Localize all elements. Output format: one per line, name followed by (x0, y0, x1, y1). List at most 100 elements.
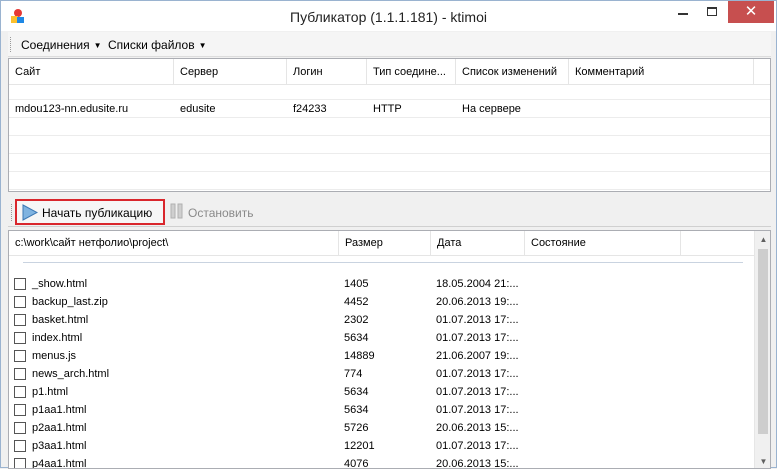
maximize-icon (707, 7, 717, 16)
window-title: Публикатор (1.1.1.181) - ktimoi (290, 9, 487, 25)
file-checkbox[interactable] (14, 458, 26, 468)
list-item[interactable]: backup_last.zip 4452 20.06.2013 19:... (9, 293, 754, 311)
file-name: p3aa1.html (32, 440, 87, 452)
menu-grip[interactable] (10, 37, 13, 52)
list-item[interactable]: p1.html 5634 01.07.2013 17:... (9, 383, 754, 401)
files-grid-header: c:\work\сайт нетфолио\project\ Размер Да… (9, 231, 754, 256)
grid-line (9, 117, 770, 118)
file-size: 12201 (344, 440, 375, 452)
file-name: backup_last.zip (32, 296, 108, 308)
file-size: 2302 (344, 314, 369, 326)
scroll-thumb[interactable] (758, 249, 768, 434)
play-arrow-icon (22, 204, 38, 221)
grid-line (9, 171, 770, 172)
file-size: 4076 (344, 458, 369, 469)
stop-label: Остановить (188, 206, 254, 220)
stop-button[interactable]: Остановить (168, 199, 258, 225)
sites-grid-header: Сайт Сервер Логин Тип соедине... Список … (9, 59, 770, 85)
file-date: 21.06.2007 19:... (436, 350, 519, 362)
file-date: 20.06.2013 19:... (436, 296, 519, 308)
menu-file-lists[interactable]: Списки файлов ▼ (108, 38, 207, 52)
list-item[interactable]: news_arch.html 774 01.07.2013 17:... (9, 365, 754, 383)
file-checkbox[interactable] (14, 386, 26, 398)
maximize-button[interactable] (697, 1, 727, 23)
file-checkbox[interactable] (14, 332, 26, 344)
file-size: 5634 (344, 332, 369, 344)
col-size[interactable]: Размер (339, 231, 431, 256)
col-login[interactable]: Логин (287, 59, 367, 85)
close-button[interactable]: ✕ (728, 1, 774, 23)
col-change-list[interactable]: Список изменений (456, 59, 569, 85)
col-comment[interactable]: Комментарий (569, 59, 754, 85)
file-checkbox[interactable] (14, 278, 26, 290)
list-item[interactable]: _show.html 1405 18.05.2004 21:... (9, 275, 754, 293)
menu-file-lists-label: Списки файлов (108, 38, 195, 52)
grid-line (9, 153, 770, 154)
col-date[interactable]: Дата (431, 231, 525, 256)
scroll-down-icon[interactable]: ▼ (755, 453, 770, 468)
file-checkbox[interactable] (14, 404, 26, 416)
file-date: 18.05.2004 21:... (436, 278, 519, 290)
col-server[interactable]: Сервер (174, 59, 287, 85)
file-date: 01.07.2013 17:... (436, 368, 519, 380)
type-cell: HTTP (373, 103, 402, 115)
list-item[interactable]: p2aa1.html 5726 20.06.2013 15:... (9, 419, 754, 437)
list-item[interactable]: p1aa1.html 5634 01.07.2013 17:... (9, 401, 754, 419)
file-checkbox[interactable] (14, 296, 26, 308)
file-name: menus.js (32, 350, 77, 362)
menu-bar: Соединения ▼ Списки файлов ▼ (8, 32, 771, 57)
file-checkbox[interactable] (14, 350, 26, 362)
group-separator (23, 262, 743, 263)
list-item[interactable]: menus.js 14889 21.06.2007 19:... (9, 347, 754, 365)
site-cell: mdou123-nn.edusite.ru (15, 103, 129, 115)
file-date: 01.07.2013 17:... (436, 332, 519, 344)
minimize-icon (678, 13, 688, 15)
file-checkbox[interactable] (14, 368, 26, 380)
col-connection-type[interactable]: Тип соедине... (367, 59, 456, 85)
scroll-up-icon[interactable]: ▲ (755, 231, 770, 248)
list-item[interactable]: p4aa1.html 4076 20.06.2013 15:... (9, 455, 754, 469)
file-checkbox[interactable] (14, 314, 26, 326)
stop-icon (170, 203, 183, 219)
file-date: 01.07.2013 17:... (436, 314, 519, 326)
vertical-scrollbar[interactable]: ▲ ▼ (754, 231, 770, 468)
file-name: index.html (32, 332, 83, 344)
login-cell: f24233 (293, 103, 327, 115)
list-item[interactable]: p3aa1.html 12201 01.07.2013 17:... (9, 437, 754, 455)
file-name: p1.html (32, 386, 69, 398)
menu-connections-label: Соединения (21, 38, 90, 52)
col-path[interactable]: c:\work\сайт нетфолио\project\ (9, 231, 339, 256)
main-window: Публикатор (1.1.1.181) - ktimoi ✕ Соедин… (0, 0, 777, 469)
list-item[interactable]: index.html 5634 01.07.2013 17:... (9, 329, 754, 347)
col-status[interactable]: Состояние (525, 231, 681, 256)
sites-grid[interactable]: Сайт Сервер Логин Тип соедине... Список … (8, 58, 771, 192)
list-item[interactable]: basket.html 2302 01.07.2013 17:... (9, 311, 754, 329)
changes-cell: На сервере (462, 103, 521, 115)
publish-toolbar: Начать публикацию Остановить (8, 197, 771, 227)
col-site[interactable]: Сайт (9, 59, 174, 85)
file-name: p1aa1.html (32, 404, 87, 416)
close-icon: ✕ (744, 3, 758, 20)
menu-connections[interactable]: Соединения ▼ (21, 38, 102, 52)
file-date: 20.06.2013 15:... (436, 422, 519, 434)
file-name: p4aa1.html (32, 458, 87, 469)
chevron-down-icon: ▼ (198, 41, 207, 50)
file-size: 14889 (344, 350, 375, 362)
file-name: news_arch.html (32, 368, 110, 380)
toolbar-grip[interactable] (11, 204, 14, 221)
file-checkbox[interactable] (14, 422, 26, 434)
minimize-button[interactable] (668, 1, 698, 23)
title-bar[interactable]: Публикатор (1.1.1.181) - ktimoi ✕ (1, 1, 776, 31)
file-size: 5634 (344, 404, 369, 416)
server-cell: edusite (180, 103, 216, 115)
file-checkbox[interactable] (14, 440, 26, 452)
grid-line (9, 135, 770, 136)
file-size: 4452 (344, 296, 369, 308)
start-publish-label: Начать публикацию (42, 206, 153, 220)
file-size: 5726 (344, 422, 369, 434)
file-name: p2aa1.html (32, 422, 87, 434)
file-size: 5634 (344, 386, 369, 398)
files-grid[interactable]: c:\work\сайт нетфолио\project\ Размер Да… (8, 230, 771, 469)
file-name: basket.html (32, 314, 89, 326)
start-publish-button[interactable]: Начать публикацию (15, 199, 165, 225)
